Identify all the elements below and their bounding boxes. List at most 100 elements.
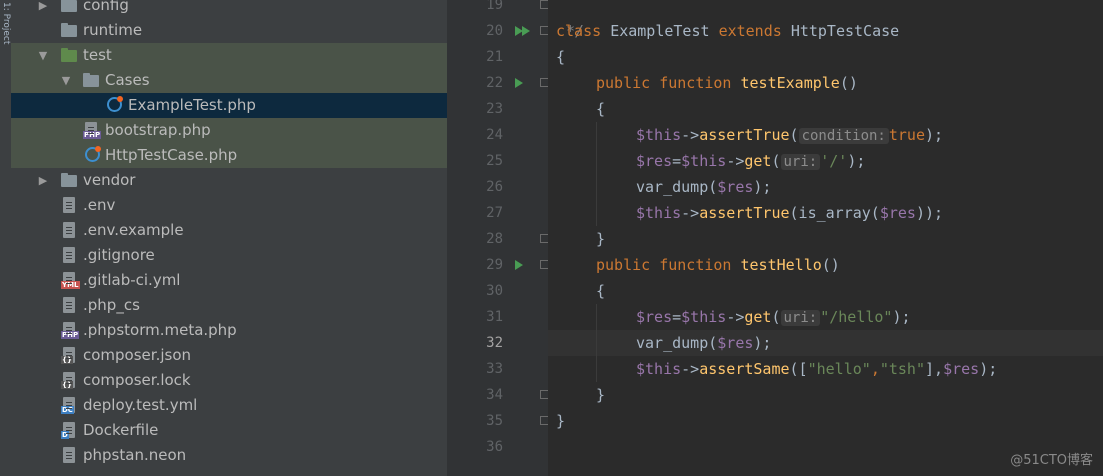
tree-item-label: phpstan.neon [83, 446, 187, 464]
keyword: public function [596, 256, 732, 274]
line-number: 20 [486, 23, 503, 39]
line-number: 28 [486, 231, 503, 247]
tree-item-gitignore-file[interactable]: .gitignore [11, 243, 447, 268]
brace: { [596, 282, 606, 300]
tree-item-label: composer.lock [83, 371, 191, 389]
project-tree[interactable]: ▶ config runtime ▼ test ▼ Cases ExampleT… [11, 0, 447, 476]
folder-icon [61, 23, 77, 37]
collapse-arrow-icon[interactable]: ▼ [59, 68, 73, 93]
tree-item-label: ExampleTest.php [128, 96, 256, 114]
editor-gutter[interactable]: 19 20 21 22 23 24 25 26 27 28 29 30 31 3… [447, 0, 549, 476]
variable: $res [636, 152, 673, 170]
tree-item-dockerfile[interactable]: D Dockerfile [11, 418, 447, 443]
method-call: get [744, 152, 772, 170]
tree-item-exampletest-file[interactable]: ExampleTest.php [11, 93, 447, 118]
expand-arrow-icon[interactable]: ▶ [36, 168, 50, 193]
code-line-31: $res=$this->get(uri: "/hello"); [548, 304, 1103, 330]
paren: ); [753, 178, 772, 196]
code-line-24: $this->assertTrue(condition: true); [548, 122, 1103, 148]
watermark: @51CTO博客 [1010, 453, 1093, 468]
tree-item-config-folder[interactable]: ▶ config [11, 0, 447, 18]
paren: ( [789, 126, 799, 144]
string-literal: '/' [820, 152, 848, 170]
tree-item-composer-json-file[interactable]: {} composer.json [11, 343, 447, 368]
folder-icon [61, 0, 77, 12]
run-all-tests-icon[interactable] [515, 26, 530, 36]
tree-item-env-file[interactable]: .env [11, 193, 447, 218]
paren: ( [771, 152, 781, 170]
tree-item-label: .env [83, 196, 116, 214]
tree-item-vendor-folder[interactable]: ▶ vendor [11, 168, 447, 193]
tree-item-httptestcase-file[interactable]: HttpTestCase.php [11, 143, 447, 168]
variable: $res [717, 334, 754, 352]
line-number: 30 [486, 283, 503, 299]
folder-icon [83, 73, 99, 87]
tree-item-bootstrap-file[interactable]: PHP bootstrap.php [11, 118, 447, 143]
tree-item-env-example-file[interactable]: .env.example [11, 218, 447, 243]
file-type-badge: {} [61, 381, 73, 389]
line-number: 23 [486, 101, 503, 117]
code-line-30: { [548, 278, 1103, 304]
keyword: public function [596, 74, 732, 92]
project-stripe-label[interactable]: 1: Project [0, 2, 11, 44]
php-class-icon [85, 146, 101, 162]
run-test-icon[interactable] [515, 78, 523, 88]
tree-item-label: HttpTestCase.php [105, 146, 238, 164]
parens: () [821, 256, 840, 274]
tree-item-cases-folder[interactable]: ▼ Cases [11, 68, 447, 93]
string-literal: "/hello" [820, 308, 893, 326]
line-number: 36 [486, 439, 503, 455]
tree-item-php-cs-file[interactable]: .php_cs [11, 293, 447, 318]
text-file-icon [63, 197, 75, 213]
tree-item-phpstorm-meta-file[interactable]: PHP .phpstorm.meta.php [11, 318, 447, 343]
code-line-35: } [548, 408, 1103, 434]
parameter-hint: uri: [780, 310, 821, 326]
file-type-badge: {} [61, 356, 73, 364]
code-editor[interactable]: */ class ExampleTest extends HttpTestCas… [548, 0, 1103, 476]
code-line-32-current: var_dump($res); [548, 330, 1103, 356]
variable: $res [879, 204, 916, 222]
code-line-21: { [548, 44, 1103, 70]
literal: true [888, 126, 925, 144]
tree-item-composer-lock-file[interactable]: {} composer.lock [11, 368, 447, 393]
line-number: 33 [486, 361, 503, 377]
tree-item-test-folder[interactable]: ▼ test [11, 43, 447, 68]
paren: ( [771, 308, 781, 326]
code-line-20: class ExampleTest extends HttpTestCase [548, 18, 1103, 44]
expand-arrow-icon[interactable]: ▶ [36, 0, 50, 18]
line-number: 22 [486, 75, 503, 91]
code-line-33: $this->assertSame(["hello","tsh"],$res); [548, 356, 1103, 382]
line-number: 31 [486, 309, 503, 325]
paren: ); [753, 334, 772, 352]
tree-item-label: vendor [83, 171, 136, 189]
tree-item-deploy-test-file[interactable]: DC deploy.test.yml [11, 393, 447, 418]
method-call: get [744, 308, 772, 326]
code-line-28: } [548, 226, 1103, 252]
line-number: 26 [486, 179, 503, 195]
docker-compose-file-icon: DC [61, 397, 75, 414]
keyword: extends [718, 22, 782, 40]
brace: } [596, 386, 606, 404]
function-call: var_dump( [636, 178, 718, 196]
variable: $this [636, 126, 682, 144]
collapse-arrow-icon[interactable]: ▼ [36, 43, 50, 68]
tree-item-label: .phpstorm.meta.php [83, 321, 237, 339]
tree-item-runtime-folder[interactable]: runtime [11, 18, 447, 43]
indent-guide [596, 122, 597, 148]
run-test-icon[interactable] [515, 260, 523, 270]
tree-item-label: Cases [105, 71, 150, 89]
tree-item-phpstan-file[interactable]: phpstan.neon [11, 443, 447, 468]
paren: ); [892, 308, 911, 326]
indent-guide [596, 148, 597, 174]
test-folder-icon [61, 48, 77, 62]
indent-guide [596, 330, 597, 356]
tree-item-label: .env.example [83, 221, 184, 239]
comma: , [870, 360, 880, 378]
text-file-icon [63, 222, 75, 238]
php-class-icon [107, 96, 123, 112]
tree-item-gitlab-ci-file[interactable]: YML .gitlab-ci.yml [11, 268, 447, 293]
variable: $this [636, 204, 682, 222]
method-name: testExample [740, 74, 840, 92]
variable: $this [681, 308, 727, 326]
variable: $this [636, 360, 682, 378]
